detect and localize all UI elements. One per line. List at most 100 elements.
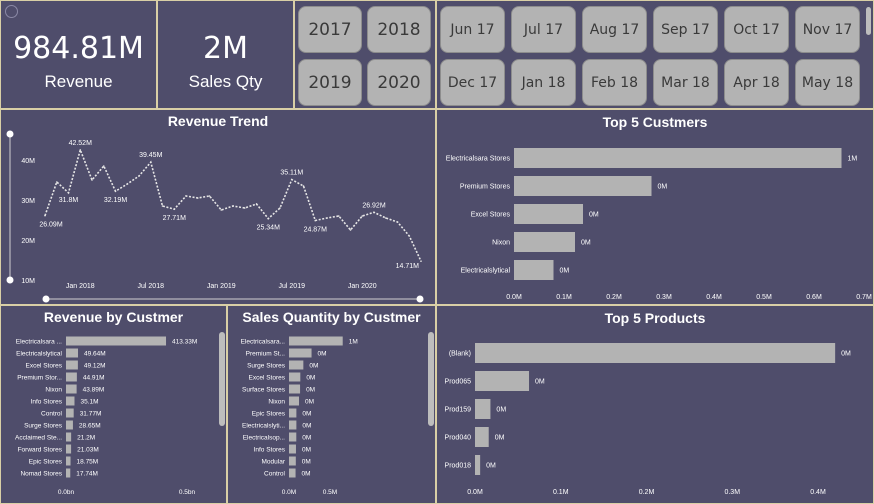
category-label: Forward Stores xyxy=(18,447,63,454)
revenue-by-customer-scrollbar[interactable] xyxy=(219,332,225,426)
year-chip-2017[interactable]: 2017 xyxy=(298,6,362,53)
month-chip-may-18[interactable]: May 18 xyxy=(795,59,860,106)
month-chip-jul-17[interactable]: Jul 17 xyxy=(511,6,576,53)
bar xyxy=(66,384,77,394)
data-point xyxy=(220,209,223,211)
y-range-slider-handle-bottom xyxy=(6,276,14,284)
bar xyxy=(289,348,312,358)
x-tick-label: Jan 2018 xyxy=(66,283,95,290)
data-point xyxy=(102,165,105,167)
x-tick-label: 0.5M xyxy=(756,294,772,301)
category-label: (Blank) xyxy=(449,351,471,358)
month-slicer-scrollbar[interactable] xyxy=(866,7,871,35)
bar xyxy=(514,232,575,252)
x-tick-label: 0.4M xyxy=(810,489,826,496)
data-label: 21.03M xyxy=(77,447,99,454)
revenue-by-customer-chart[interactable]: Electricalsara ... 413.33M Electricalslyti… xyxy=(1,306,226,503)
category-label: Premium St... xyxy=(246,351,286,358)
bar xyxy=(514,260,554,280)
sales-qty-by-customer-chart[interactable]: Electricalsara... 1M Premium St... 0M Surge … xyxy=(228,306,435,503)
y-tick-label: 30M xyxy=(21,198,35,205)
month-chip-nov-17[interactable]: Nov 17 xyxy=(795,6,860,53)
month-chip-aug-17[interactable]: Aug 17 xyxy=(582,6,647,53)
category-label: Surge Stores xyxy=(24,423,63,430)
bar xyxy=(475,455,481,475)
bar xyxy=(289,336,343,346)
data-label: 18.75M xyxy=(77,459,99,466)
revenue-label: Revenue xyxy=(44,72,113,91)
year-chip-2019[interactable]: 2019 xyxy=(298,59,362,106)
category-label: Electricalsara... xyxy=(241,339,286,346)
data-label: 27.71M xyxy=(163,215,187,222)
month-chip-jan-18[interactable]: Jan 18 xyxy=(511,59,576,106)
month-chip-dec-17[interactable]: Dec 17 xyxy=(440,59,505,106)
x-range-slider-handle-right xyxy=(416,295,424,303)
data-point xyxy=(279,207,281,209)
data-point xyxy=(161,205,164,207)
data-label: 0M xyxy=(495,435,505,442)
category-label: Prod018 xyxy=(445,463,472,470)
data-point xyxy=(67,192,70,194)
month-chip-apr-18[interactable]: Apr 18 xyxy=(724,59,789,106)
data-point xyxy=(314,219,317,222)
revenue-by-customer-panel: Revenue by Custmer Electricalsara ... 413… xyxy=(0,305,227,504)
x-tick-label: 0.4M xyxy=(706,294,722,301)
data-label: 0M xyxy=(560,268,570,275)
bar xyxy=(514,204,583,224)
sales-qty-card[interactable]: 2M Sales Qty xyxy=(157,0,294,109)
data-point xyxy=(243,207,246,209)
x-tick-label: 0.5bn xyxy=(179,489,196,496)
data-point xyxy=(373,211,375,214)
month-chip-feb-18[interactable]: Feb 18 xyxy=(582,59,647,106)
year-chip-2018[interactable]: 2018 xyxy=(367,6,431,53)
x-tick-label: 0.0bn xyxy=(58,489,75,496)
bar xyxy=(289,468,296,478)
x-tick-label: 0.5M xyxy=(323,489,337,496)
top5-products-chart[interactable]: (Blank) 0M Prod065 0M Prod159 0M Prod040 0M Prod… xyxy=(437,306,873,503)
category-label: Premium Stor... xyxy=(17,375,62,382)
x-tick-label: 0.2M xyxy=(639,489,655,496)
revenue-card[interactable]: 984.81M Revenue xyxy=(0,0,157,109)
category-label: Control xyxy=(41,411,63,418)
month-chip-jun-17[interactable]: Jun 17 xyxy=(440,6,505,53)
x-tick-label: 0.2M xyxy=(606,294,622,301)
top5-customers-chart[interactable]: Electricalsara Stores 1M Premium Stores 0M E… xyxy=(437,110,873,304)
month-chip-oct-17[interactable]: Oct 17 xyxy=(724,6,789,53)
data-label: 14.71M xyxy=(396,263,420,270)
sales-qty-by-customer-scrollbar[interactable] xyxy=(428,332,434,426)
data-label: 44.91M xyxy=(83,375,105,382)
bar xyxy=(66,444,72,454)
data-label: 21.2M xyxy=(77,435,95,442)
bar xyxy=(289,456,296,466)
bar xyxy=(66,372,77,382)
data-point xyxy=(384,217,387,219)
revenue-trend-chart[interactable]: 10M 20M 30M 40M Jan 2018 Jul 2018 Jan 2019 Jul … xyxy=(1,110,435,304)
bar xyxy=(289,396,300,406)
category-label: Surge Stores xyxy=(247,363,286,370)
bar xyxy=(66,468,71,478)
sales-qty-by-customer-panel: Sales Quantity by Custmer Electricalsara… xyxy=(227,305,436,504)
data-label: 42.52M xyxy=(69,140,93,147)
bar xyxy=(66,432,72,442)
data-point xyxy=(91,179,93,181)
category-label: Electricalsara Stores xyxy=(446,156,511,163)
year-chip-2020[interactable]: 2020 xyxy=(367,59,431,106)
category-label: Nixon xyxy=(492,240,510,247)
data-label: 0M xyxy=(306,387,315,394)
x-tick-label: 0.1M xyxy=(556,294,572,301)
y-tick-label: 20M xyxy=(21,238,35,245)
month-chip-mar-18[interactable]: Mar 18 xyxy=(653,59,718,106)
top5-products-panel: Top 5 Products (Blank) 0M Prod065 0M Prod159… xyxy=(436,305,874,504)
data-label: 32.19M xyxy=(104,197,128,204)
data-label: 0M xyxy=(302,435,311,442)
category-label: Modular xyxy=(262,459,286,466)
month-chip-sep-17[interactable]: Sep 17 xyxy=(653,6,718,53)
bar xyxy=(475,399,491,419)
data-label: 0M xyxy=(302,411,311,418)
data-point xyxy=(396,221,399,223)
bar xyxy=(289,444,296,454)
data-label: 1M xyxy=(848,156,858,163)
category-label: Control xyxy=(264,471,286,478)
data-point xyxy=(326,217,328,219)
x-tick-label: 0.0M xyxy=(506,294,522,301)
